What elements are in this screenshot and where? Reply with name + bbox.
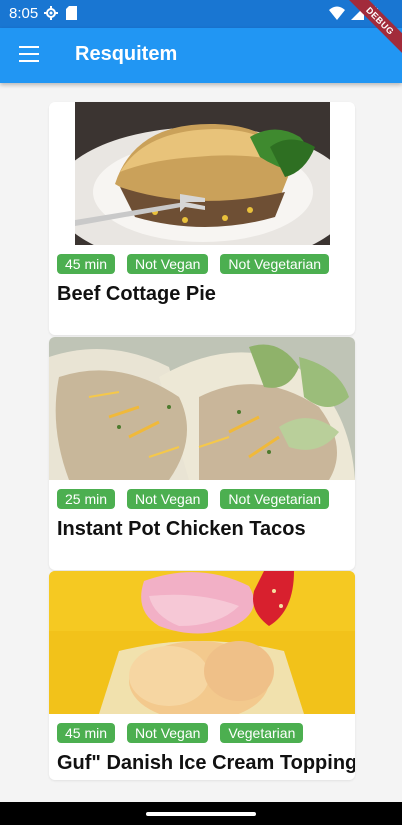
tag-vegetarian: Not Vegetarian: [220, 254, 330, 274]
recipe-image: [49, 571, 355, 714]
tag-vegan: Not Vegan: [127, 489, 209, 509]
recipe-card[interactable]: 25 min Not Vegan Not Vegetarian Instant …: [49, 337, 355, 570]
tag-time: 25 min: [57, 489, 116, 509]
menu-icon[interactable]: [19, 46, 39, 62]
page-title: Resquitem: [75, 43, 178, 65]
gear-icon: [44, 6, 58, 20]
status-time: 8:05: [9, 5, 39, 22]
tag-time: 45 min: [57, 254, 116, 274]
recipe-image: [49, 337, 355, 480]
tag-time: 45 min: [57, 723, 116, 743]
tag-vegan: Not Vegan: [127, 254, 209, 274]
system-nav-bar: [0, 802, 402, 825]
recipe-title: Instant Pot Chicken Tacos: [57, 518, 306, 540]
recipe-title: Guf" Danish Ice Cream Topping: [57, 752, 355, 774]
tag-vegetarian: Vegetarian: [220, 723, 304, 743]
tag-row: 25 min Not Vegan Not Vegetarian: [49, 489, 355, 509]
wifi-icon: [329, 6, 345, 20]
app-bar: Resquitem: [0, 28, 402, 83]
tag-vegetarian: Not Vegetarian: [220, 489, 330, 509]
sd-card-icon: [66, 6, 77, 20]
tag-vegan: Not Vegan: [127, 723, 209, 743]
tag-row: 45 min Not Vegan Vegetarian: [49, 723, 355, 743]
recipe-title: Beef Cottage Pie: [57, 283, 216, 305]
recipe-card[interactable]: 45 min Not Vegan Vegetarian Guf" Danish …: [49, 571, 355, 780]
tag-row: 45 min Not Vegan Not Vegetarian: [49, 254, 355, 274]
recipe-card[interactable]: 45 min Not Vegan Not Vegetarian Beef Cot…: [49, 102, 355, 335]
home-gesture-pill[interactable]: [146, 812, 256, 816]
recipe-image: [75, 102, 330, 245]
status-bar: 8:05: [0, 0, 402, 28]
